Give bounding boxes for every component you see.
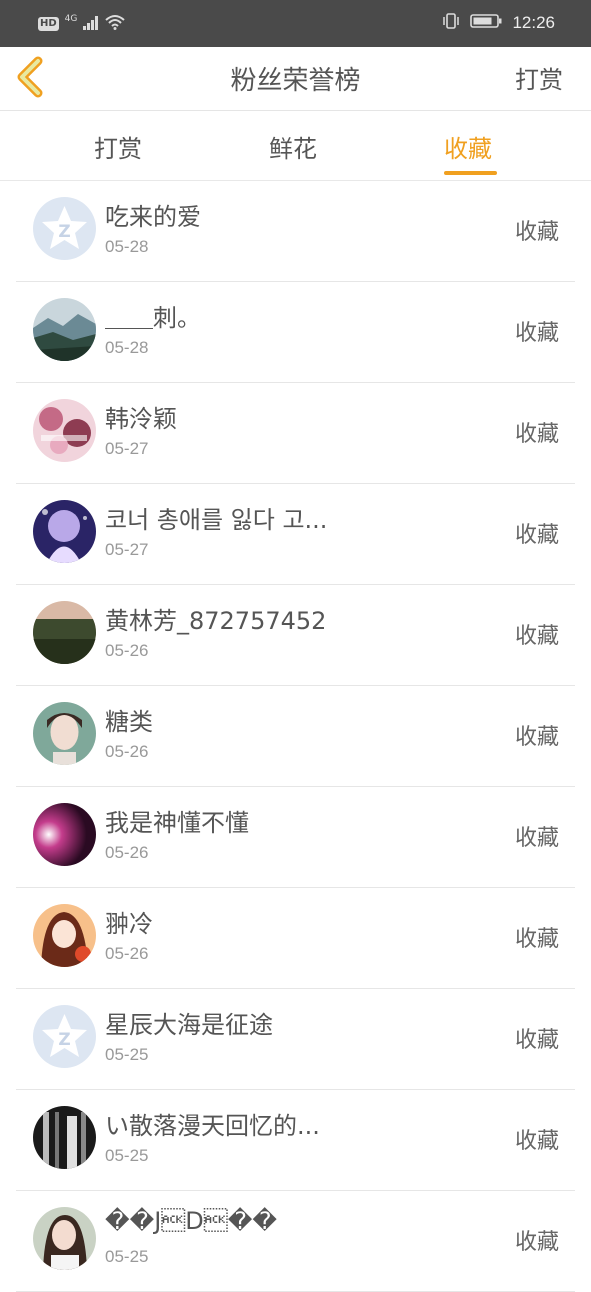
action-label: 收藏 <box>514 422 559 447</box>
girl-portrait-avatar <box>33 702 96 765</box>
nav-bar: 粉丝荣誉榜 打赏 <box>0 47 591 111</box>
landscape-photo-avatar <box>33 298 96 361</box>
woman-photo-avatar <box>33 1207 96 1270</box>
active-tab-indicator <box>444 171 497 175</box>
user-name: 糖类 <box>105 708 153 736</box>
tab-bar: 打赏 鲜花 收藏 <box>0 111 591 181</box>
status-left: HD 4G <box>38 14 126 34</box>
date-label: 05-28 <box>105 338 149 357</box>
action-label: 收藏 <box>514 1028 559 1053</box>
user-name: 黄林芳_872757452 <box>105 607 327 635</box>
tab-favorites[interactable]: 收藏 <box>444 129 492 164</box>
list-item[interactable]: 糖类 05-26 收藏 <box>16 686 575 787</box>
list-item[interactable]: 코너 총애를 잃다 고... 05-27 收藏 <box>16 484 575 585</box>
pink-photo-avatar <box>33 399 96 462</box>
list-item[interactable]: ��JD�� 05-25 收藏 <box>16 1191 575 1292</box>
network-label: 4G <box>64 14 78 24</box>
date-label: 05-25 <box>105 1045 149 1064</box>
action-label: 收藏 <box>514 1230 559 1255</box>
battery-icon <box>470 13 502 33</box>
action-label: 收藏 <box>514 624 559 649</box>
date-label: 05-27 <box>105 439 149 458</box>
status-bar: HD 4G 12:26 <box>0 0 591 47</box>
date-label: 05-26 <box>105 641 149 660</box>
hd-badge: HD <box>38 17 59 31</box>
clock: 12:26 <box>512 13 555 32</box>
user-name: 我是神懂不懂 <box>105 809 249 837</box>
anime-girl-avatar <box>33 500 96 563</box>
svg-text:Z: Z <box>58 1030 70 1050</box>
date-label: 05-26 <box>105 843 149 862</box>
list-item[interactable]: ＿＿刺。 05-28 收藏 <box>16 282 575 383</box>
action-label: 收藏 <box>514 826 559 851</box>
user-name: ＿＿刺。 <box>105 304 201 332</box>
list-item[interactable]: 韩泠颖 05-27 收藏 <box>16 383 575 484</box>
action-label: 收藏 <box>514 321 559 346</box>
wifi-icon <box>105 14 126 34</box>
date-label: 05-28 <box>105 237 149 256</box>
date-label: 05-26 <box>105 944 149 963</box>
user-name: 코너 총애를 잃다 고... <box>105 506 328 534</box>
action-label: 收藏 <box>514 523 559 548</box>
reward-button[interactable]: 打赏 <box>515 60 563 95</box>
user-name: 韩泠颖 <box>105 405 177 433</box>
svg-text:Z: Z <box>58 222 70 242</box>
fan-list: Z 吃来的爱 05-28 收藏 ＿＿刺。 05-28 收藏 韩泠颖 05-27 … <box>0 181 591 1292</box>
date-label: 05-25 <box>105 1146 149 1165</box>
bw-photo-avatar <box>33 1106 96 1169</box>
user-name: 吃来的爱 <box>105 203 201 231</box>
user-name: 星辰大海是征途 <box>105 1011 273 1039</box>
dark-purple-avatar <box>33 803 96 866</box>
list-item[interactable]: Z 吃来的爱 05-28 收藏 <box>16 181 575 282</box>
vibrate-icon <box>442 12 460 34</box>
status-right: 12:26 <box>442 12 555 34</box>
list-item[interactable]: Z 星辰大海是征途 05-25 收藏 <box>16 989 575 1090</box>
default-qq-avatar: Z <box>33 197 96 260</box>
list-item[interactable]: 翀冷 05-26 收藏 <box>16 888 575 989</box>
date-label: 05-25 <box>105 1247 149 1266</box>
signal-icon <box>83 15 99 34</box>
user-name: ��JD�� <box>105 1207 277 1235</box>
tab-reward[interactable]: 打赏 <box>94 129 142 164</box>
action-label: 收藏 <box>514 220 559 245</box>
action-label: 收藏 <box>514 725 559 750</box>
action-label: 收藏 <box>514 927 559 952</box>
anime-red-avatar <box>33 904 96 967</box>
page-title: 粉丝荣誉榜 <box>230 66 361 96</box>
list-item[interactable]: い散落漫天回忆的... 05-25 收藏 <box>16 1090 575 1191</box>
date-label: 05-26 <box>105 742 149 761</box>
tab-flowers[interactable]: 鲜花 <box>269 129 317 164</box>
forest-photo-avatar <box>33 601 96 664</box>
list-item[interactable]: 我是神懂不懂 05-26 收藏 <box>16 787 575 888</box>
user-name: い散落漫天回忆的... <box>105 1112 320 1140</box>
action-label: 收藏 <box>514 1129 559 1154</box>
list-item[interactable]: 黄林芳_872757452 05-26 收藏 <box>16 585 575 686</box>
user-name: 翀冷 <box>105 910 153 938</box>
default-qq-avatar: Z <box>33 1005 96 1068</box>
date-label: 05-27 <box>105 540 149 559</box>
